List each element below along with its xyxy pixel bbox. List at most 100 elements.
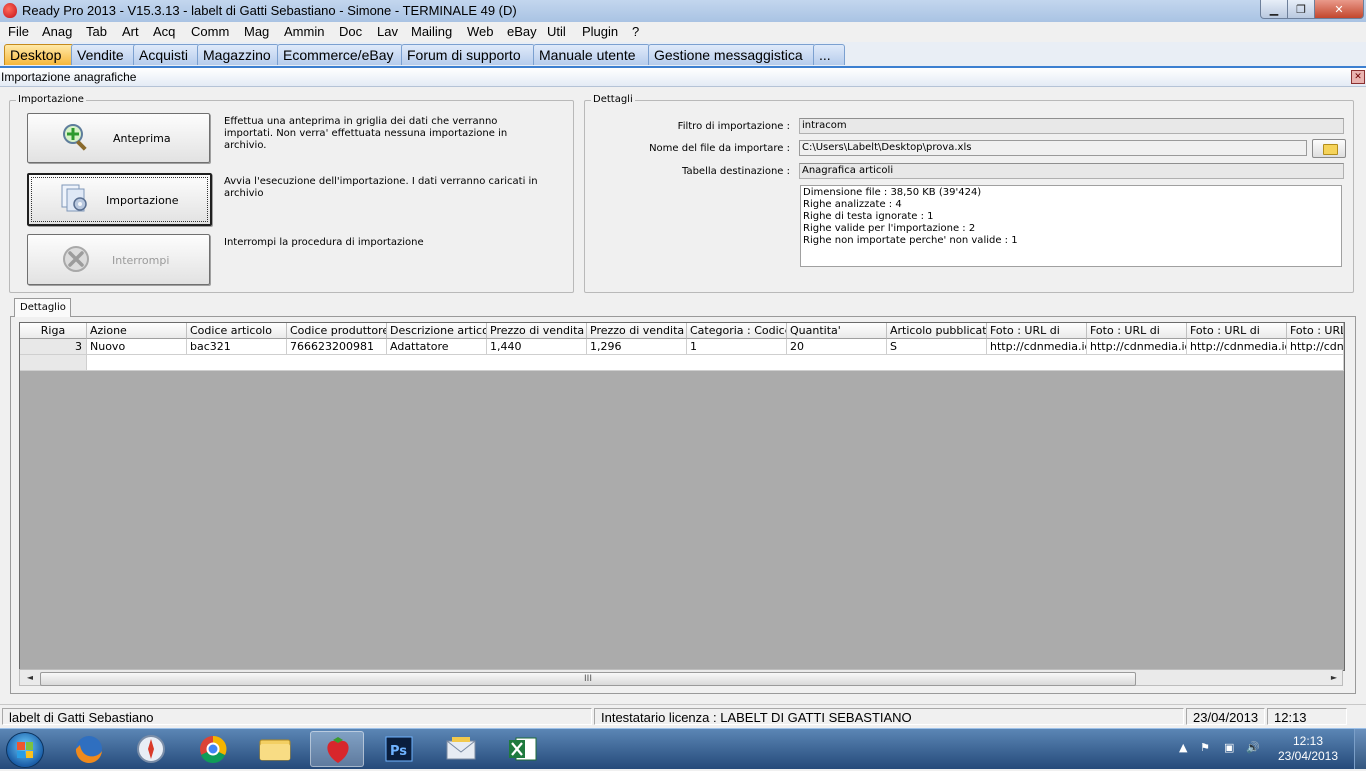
status-bar: labelt di Gatti Sebastiano Intestatario … [0,704,1366,729]
grid-header[interactable]: Foto : URL di [1087,323,1187,339]
grid-header[interactable]: Prezzo di vendita [587,323,687,339]
firefox-icon [75,736,102,764]
document-gear-icon [61,184,87,212]
status-date: 23/04/2013 [1186,708,1265,725]
tab-ecommerce-ebay[interactable]: Ecommerce/eBay [277,44,403,65]
grid-cell[interactable]: 1,440 [487,339,587,355]
chrome-icon [200,735,227,763]
grid-cell[interactable]: http://cdnmedia.ici [1187,339,1287,355]
grid-header[interactable]: Azione [87,323,187,339]
grid-header[interactable]: Foto : URL [1287,323,1344,339]
windows-taskbar: Ps ▲ ⚑ ▣ 🔊 12:13 23/04/2013 [0,728,1366,769]
grid-horizontal-scrollbar[interactable]: ◄ III ► [19,669,1343,686]
import-button-label: Importazione [106,194,179,207]
safari-taskbar-icon[interactable] [124,731,178,767]
grid-cell[interactable]: 1 [687,339,787,355]
taskbar-clock[interactable]: 12:13 23/04/2013 [1268,734,1348,764]
menu-file[interactable]: File [8,24,29,39]
grid-cell[interactable]: 1,296 [587,339,687,355]
import-summary: Dimensione file : 38,50 KB (39'424) Righ… [800,185,1342,267]
grid-cell[interactable]: http://cdnmedia.ici [1087,339,1187,355]
grid-header[interactable]: Categoria : Codice [687,323,787,339]
tray-flag-icon[interactable]: ⚑ [1200,741,1210,754]
show-desktop-button[interactable] [1354,729,1366,769]
tab-vendite[interactable]: Vendite [71,44,138,65]
grid-header[interactable]: Articolo pubblicato [887,323,987,339]
grid-cell[interactable]: Nuovo [87,339,187,355]
photoshop-taskbar-icon[interactable]: Ps [372,731,426,767]
folder-icon [259,739,291,761]
menu-art[interactable]: Art [122,24,139,39]
tray-volume-icon[interactable]: 🔊 [1246,741,1260,754]
tab-desktop[interactable]: Desktop [4,44,74,65]
tray-expand-icon[interactable]: ▲ [1179,741,1187,754]
grid-cell-riga[interactable]: 3 [20,339,87,355]
file-path-field[interactable]: C:\Users\Labelt\Desktop\prova.xls [799,140,1307,156]
grid-header[interactable]: Riga [20,323,87,339]
grid-cell[interactable]: bac321 [187,339,287,355]
chrome-taskbar-icon[interactable] [186,731,240,767]
grid-cell[interactable]: 20 [787,339,887,355]
maximize-button[interactable]: ❐ [1287,0,1315,19]
grid-header[interactable]: Prezzo di vendita [487,323,587,339]
grid-header[interactable]: Descrizione articolo [387,323,487,339]
tab-acquisti[interactable]: Acquisti [133,44,200,65]
grid-cell[interactable]: http://cdnmedia.ici [987,339,1087,355]
clock-time: 12:13 [1292,734,1324,748]
grid-header[interactable]: Foto : URL di [1187,323,1287,339]
minimize-button[interactable]: ▁ [1260,0,1288,19]
menu-doc[interactable]: Doc [339,24,362,39]
start-button[interactable] [6,732,44,768]
destination-table-field: Anagrafica articoli [799,163,1344,179]
summary-line: Dimensione file : 38,50 KB (39'424) [803,187,982,198]
child-close-button[interactable]: ✕ [1351,70,1365,84]
scroll-thumb[interactable]: III [40,672,1136,686]
grid-header[interactable]: Codice articolo [187,323,287,339]
grid-cell[interactable]: S [887,339,987,355]
grid-header[interactable]: Foto : URL di [987,323,1087,339]
mail-taskbar-icon[interactable] [434,731,488,767]
grid-new-row[interactable] [87,355,1344,371]
stop-x-icon [63,246,89,272]
firefox-taskbar-icon[interactable] [62,731,116,767]
browse-file-button[interactable] [1312,139,1346,158]
import-group-title: Importazione [16,94,86,105]
tab-more[interactable]: ... [813,44,845,65]
scroll-right-arrow[interactable]: ► [1326,671,1342,685]
close-button[interactable]: ✕ [1314,0,1364,19]
menu-web[interactable]: Web [467,24,494,39]
preview-button[interactable]: Anteprima [27,113,210,163]
import-button[interactable]: Importazione [27,173,212,226]
excel-taskbar-icon[interactable] [496,731,550,767]
grid-header[interactable]: Codice produttore [287,323,387,339]
menu-lav[interactable]: Lav [377,24,398,39]
tab-gestione-messaggistica[interactable]: Gestione messaggistica [648,44,816,65]
explorer-taskbar-icon[interactable] [248,731,302,767]
tab-forum-supporto[interactable]: Forum di supporto [401,44,535,65]
menu-plugin[interactable]: Plugin [582,24,618,39]
menu-ebay[interactable]: eBay [507,24,537,39]
stop-button[interactable]: Interrompi [27,234,210,285]
grid-header[interactable]: Quantita' [787,323,887,339]
menu-help[interactable]: ? [632,24,639,39]
menu-tab[interactable]: Tab [86,24,107,39]
grid-cell[interactable]: Adattatore [387,339,487,355]
grid-new-row-indicator[interactable] [20,355,87,371]
tab-manuale-utente[interactable]: Manuale utente [533,44,650,65]
menu-anag[interactable]: Anag [42,24,72,39]
menu-mailing[interactable]: Mailing [411,24,452,39]
tray-network-icon[interactable]: ▣ [1224,741,1234,754]
tab-magazzino[interactable]: Magazzino [197,44,279,65]
menu-comm[interactable]: Comm [191,24,229,39]
menu-acq[interactable]: Acq [153,24,175,39]
menu-util[interactable]: Util [547,24,566,39]
menu-ammin[interactable]: Ammin [284,24,324,39]
tab-dettaglio[interactable]: Dettaglio [14,298,71,317]
readypro-taskbar-icon[interactable] [310,731,364,767]
scroll-left-arrow[interactable]: ◄ [22,671,38,685]
menu-mag[interactable]: Mag [244,24,269,39]
grid-cell[interactable]: 766623200981 [287,339,387,355]
preview-grid[interactable]: Riga Azione Codice articolo Codice produ… [19,322,1345,671]
grid-cell[interactable]: http://cdnm [1287,339,1344,355]
details-group-title: Dettagli [591,94,635,105]
